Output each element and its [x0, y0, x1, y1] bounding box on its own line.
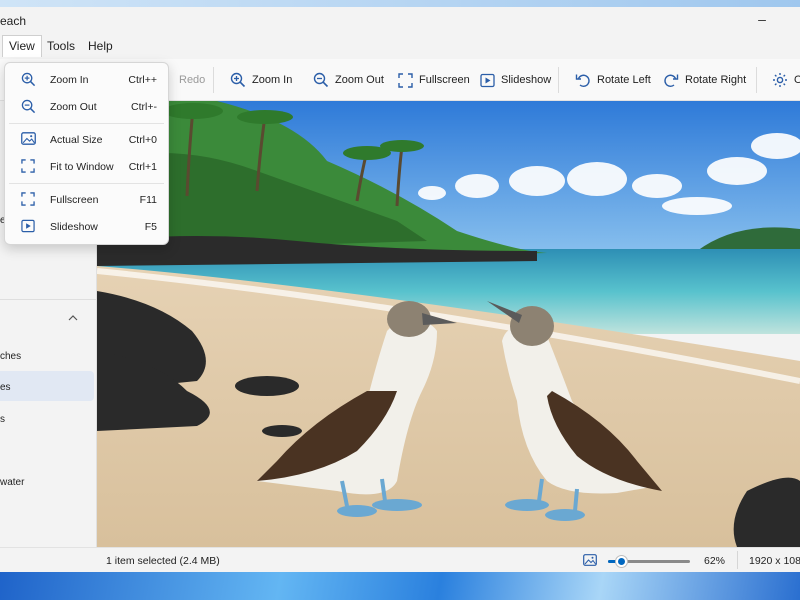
fullscreen-icon [21, 192, 35, 206]
menu-item-label: Slideshow [50, 221, 98, 233]
rotate-left-label: Rotate Left [597, 74, 651, 86]
menu-item-label: Zoom In [50, 74, 89, 86]
toolbar-divider [558, 67, 559, 93]
menu-item-label: Fit to Window [50, 161, 114, 173]
window-title: each [0, 14, 27, 28]
photo-viewer-window: each – View Tools Help Redo Zoom In Zoom… [0, 7, 800, 572]
sidebar-item-label[interactable]: ches [0, 351, 21, 362]
settings-button[interactable]: O [772, 69, 800, 91]
menu-item-label: Zoom Out [50, 101, 97, 113]
rotate-right-button[interactable]: Rotate Right [663, 69, 746, 91]
fullscreen-label: Fullscreen [419, 74, 470, 86]
desktop-background-top [0, 0, 800, 7]
fullscreen-button[interactable]: Fullscreen [398, 69, 470, 91]
sidebar-item-label[interactable]: es [0, 382, 11, 393]
zoom-percentage: 62% [704, 555, 726, 567]
zoom-out-label: Zoom Out [335, 74, 384, 86]
menu-item-shortcut: Ctrl+0 [128, 134, 157, 146]
sidebar-item-label[interactable]: s [0, 414, 5, 425]
desktop-wallpaper [0, 572, 800, 600]
photo-canvas[interactable] [97, 101, 800, 547]
rotate-left-button[interactable]: Rotate Left [575, 69, 651, 91]
zoom-out-icon [313, 72, 329, 88]
sidebar-item-selected[interactable] [0, 371, 94, 401]
title-bar: each – [0, 7, 800, 35]
menu-item-shortcut: Ctrl+- [131, 101, 157, 113]
zoom-slider[interactable] [608, 555, 690, 568]
image-dimensions: 1920 x 1080 [749, 555, 800, 567]
image-icon[interactable] [583, 554, 597, 566]
slideshow-icon [21, 219, 35, 233]
menu-item-fullscreen[interactable]: Fullscreen F11 [9, 188, 164, 212]
rotate-right-icon [664, 74, 679, 87]
menu-item-shortcut: F11 [139, 194, 157, 206]
menu-item-zoom-out[interactable]: Zoom Out Ctrl+- [9, 95, 164, 119]
menu-help[interactable]: Help [82, 35, 119, 57]
beach-photo [97, 101, 800, 547]
menu-tools[interactable]: Tools [41, 35, 81, 57]
selection-status: 1 item selected (2.4 MB) [106, 555, 220, 567]
zoom-in-button[interactable]: Zoom In [230, 69, 292, 91]
menu-item-shortcut: F5 [144, 221, 157, 233]
fullscreen-icon [398, 72, 413, 88]
slideshow-button[interactable]: Slideshow [480, 69, 551, 91]
menu-bar: View Tools Help [0, 35, 800, 57]
zoom-out-button[interactable]: Zoom Out [313, 69, 384, 91]
menu-separator [9, 123, 164, 124]
status-divider [737, 551, 738, 569]
gear-icon [773, 73, 787, 87]
sidebar-divider [0, 299, 96, 300]
fit-window-icon [21, 159, 35, 173]
menu-item-slideshow[interactable]: Slideshow F5 [9, 215, 164, 239]
status-bar: 1 item selected (2.4 MB) 62% 1920 x 1080 [0, 547, 800, 572]
menu-separator [9, 183, 164, 184]
zoom-slider-thumb[interactable] [614, 555, 628, 568]
zoom-in-label: Zoom In [252, 74, 293, 86]
toolbar-divider [756, 67, 757, 93]
image-icon [21, 132, 36, 145]
menu-item-actual-size[interactable]: Actual Size Ctrl+0 [9, 128, 164, 152]
slideshow-icon [480, 73, 495, 87]
zoom-in-icon [21, 72, 36, 87]
menu-item-shortcut: Ctrl+1 [128, 161, 157, 173]
menu-item-label: Fullscreen [50, 194, 99, 206]
rotate-left-icon [575, 74, 590, 87]
menu-item-label: Actual Size [50, 134, 103, 146]
sidebar-item-label[interactable]: water [0, 477, 24, 488]
minimize-button[interactable]: – [752, 9, 772, 31]
toolbar-divider [213, 67, 214, 93]
rotate-right-label: Rotate Right [685, 74, 747, 86]
settings-label: O [794, 74, 800, 86]
menu-view[interactable]: View [2, 35, 42, 57]
redo-label: Redo [179, 74, 206, 86]
menu-item-fit-to-window[interactable]: Fit to Window Ctrl+1 [9, 155, 164, 179]
menu-item-zoom-in[interactable]: Zoom In Ctrl++ [9, 68, 164, 92]
view-menu-dropdown: Zoom In Ctrl++ Zoom Out Ctrl+- Actual Si… [4, 62, 169, 245]
menu-item-shortcut: Ctrl++ [128, 74, 157, 86]
chevron-up-icon[interactable] [68, 314, 78, 322]
zoom-out-icon [21, 99, 36, 114]
slideshow-label: Slideshow [501, 74, 552, 86]
zoom-in-icon [230, 72, 246, 88]
